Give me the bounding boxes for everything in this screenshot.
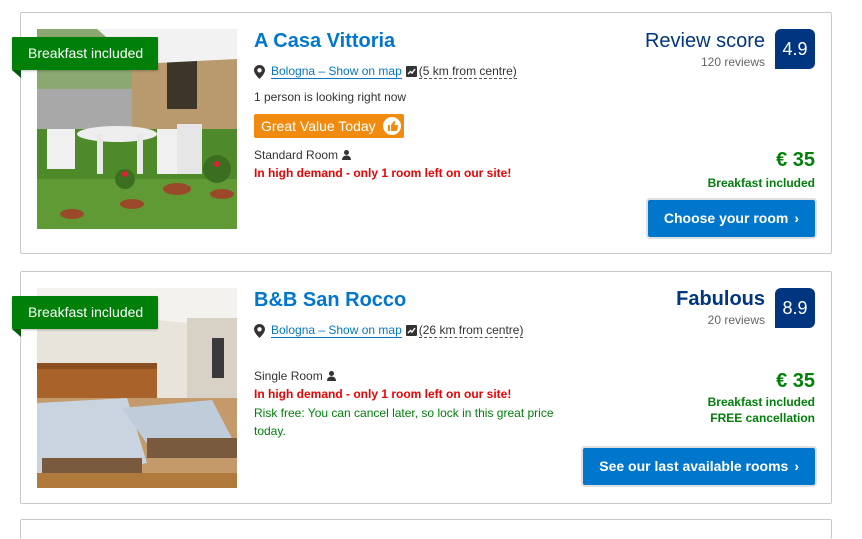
- room-type: Single Room: [254, 369, 336, 383]
- distance-from-centre: (5 km from centre): [418, 64, 517, 79]
- hotel-card-1: Breakfast included A Casa Vittoria Bolog…: [12, 12, 832, 254]
- map-pin-icon: [254, 64, 265, 79]
- review-count[interactable]: 120 reviews: [701, 55, 765, 69]
- map-icon[interactable]: [405, 66, 417, 77]
- distance-from-centre: (26 km from centre): [418, 323, 524, 338]
- breakfast-ribbon: Breakfast included: [12, 296, 159, 337]
- review-score-badge: 4.9: [775, 29, 815, 69]
- meal-plan: Breakfast included: [707, 176, 815, 190]
- show-on-map-link[interactable]: Bologna – Show on map: [271, 64, 402, 79]
- hotel-name-link[interactable]: A Casa Vittoria: [254, 30, 395, 53]
- thumbs-up-icon: [382, 117, 401, 135]
- choose-room-button[interactable]: Choose your room ›: [647, 200, 815, 237]
- meal-plan: Breakfast included: [707, 395, 815, 409]
- free-cancellation: FREE cancellation: [710, 411, 815, 425]
- location-row: Bologna – Show on map (5 km from centre): [254, 64, 517, 79]
- review-score-badge: 8.9: [775, 288, 815, 328]
- review-score-label: Review score: [644, 30, 765, 52]
- price: € 35: [776, 149, 815, 171]
- hotel-name-link[interactable]: B&B San Rocco: [254, 289, 406, 312]
- location-row: Bologna – Show on map (26 km from centre…: [254, 323, 524, 338]
- map-icon[interactable]: [405, 325, 417, 336]
- price: € 35: [776, 370, 815, 392]
- hotel-card-2: Breakfast included B&B San Rocco Bologna…: [12, 271, 832, 504]
- room-type-label: Standard Room: [254, 148, 339, 162]
- review-count[interactable]: 20 reviews: [708, 313, 765, 327]
- room-type-label: Single Room: [254, 369, 323, 383]
- high-demand-text: In high demand - only 1 room left on our…: [254, 166, 512, 180]
- person-icon: [326, 371, 336, 381]
- great-value-badge: Great Value Today: [254, 114, 404, 138]
- chevron-right-icon: ›: [794, 458, 799, 474]
- show-on-map-link[interactable]: Bologna – Show on map: [271, 323, 402, 338]
- risk-free-text: Risk free: You can cancel later, so lock…: [254, 406, 554, 438]
- room-type: Standard Room: [254, 148, 352, 162]
- high-demand-text: In high demand - only 1 room left on our…: [254, 387, 512, 401]
- map-pin-icon: [254, 323, 265, 338]
- hotel-card-3: [20, 519, 832, 539]
- breakfast-ribbon: Breakfast included: [12, 37, 159, 78]
- great-value-label: Great Value Today: [261, 118, 376, 134]
- looking-now-text: 1 person is looking right now: [254, 90, 407, 104]
- person-icon: [342, 150, 352, 160]
- cta-label: Choose your room: [663, 210, 789, 226]
- cta-label: See our last available rooms: [599, 458, 789, 474]
- see-available-rooms-button[interactable]: See our last available rooms ›: [583, 448, 815, 485]
- chevron-right-icon: ›: [794, 210, 799, 226]
- review-score-label: Fabulous: [676, 288, 765, 310]
